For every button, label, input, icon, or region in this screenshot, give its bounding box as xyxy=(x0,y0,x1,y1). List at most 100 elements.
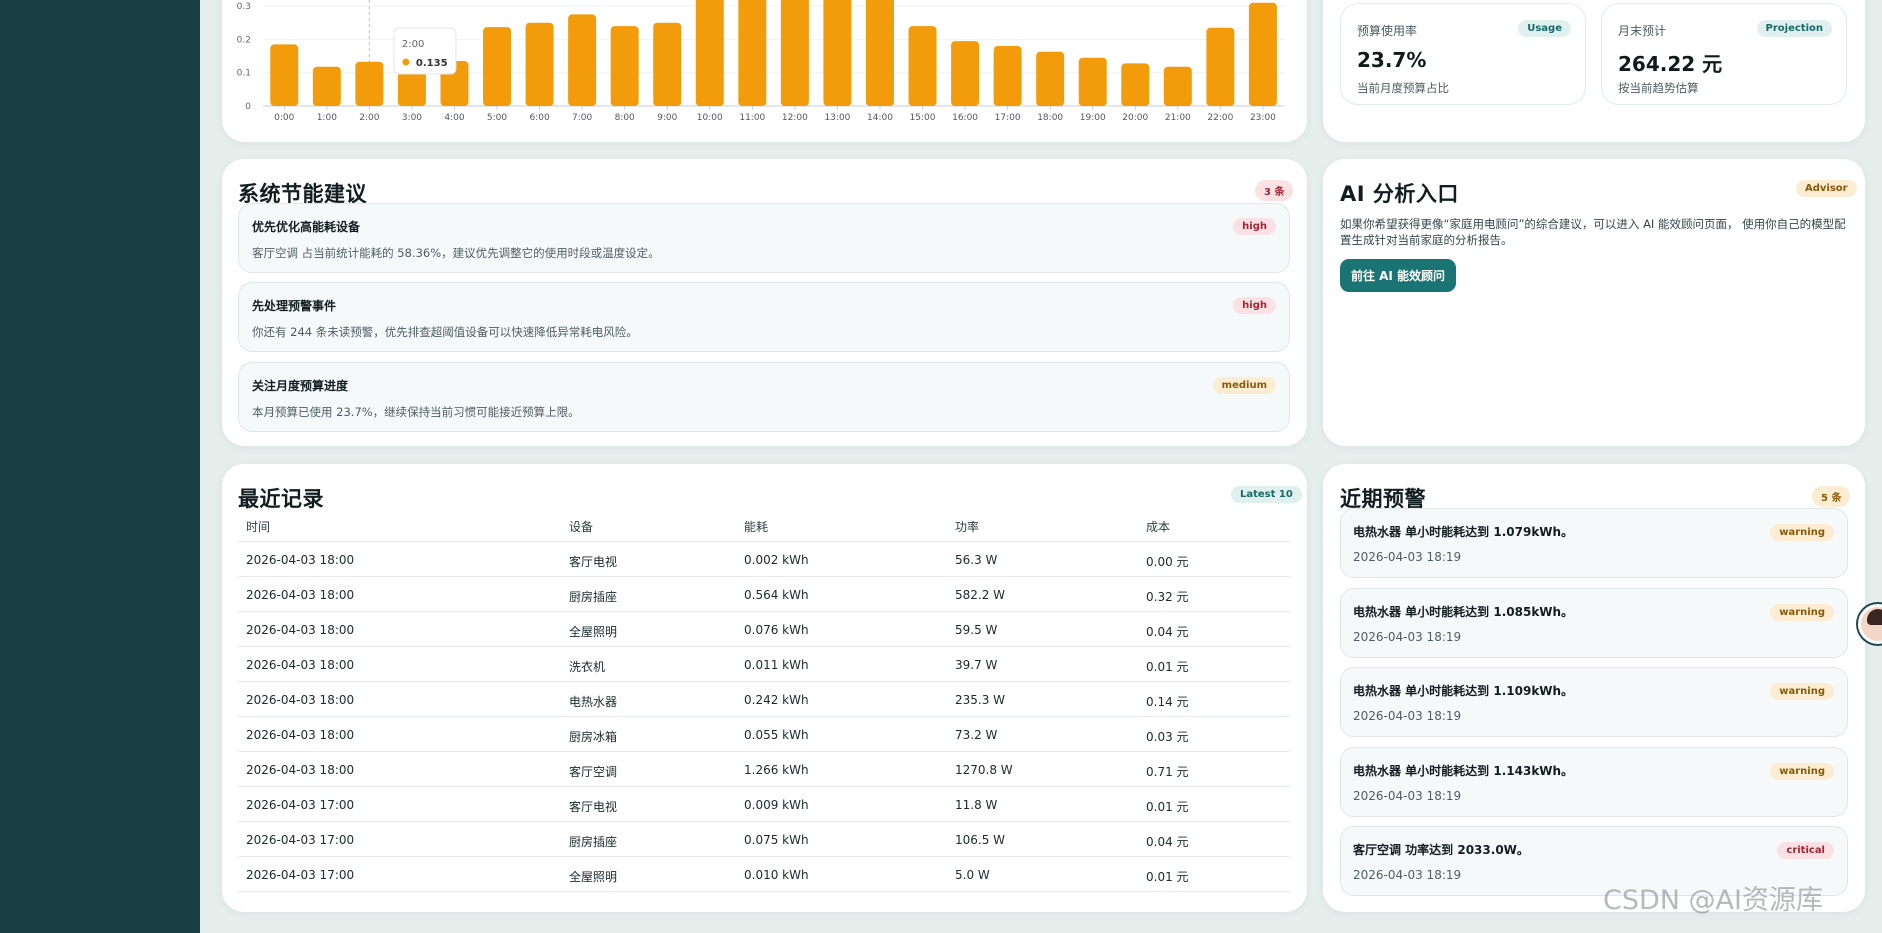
table-cell: 0.075 kWh xyxy=(744,833,809,847)
table-cell: 0.01 元 xyxy=(1146,870,1189,884)
suggestion-title: 先处理预警事件 xyxy=(252,299,337,313)
bar xyxy=(1036,51,1065,106)
priority-badge: high xyxy=(1233,297,1276,314)
x-tick-label: 8:00 xyxy=(615,113,635,123)
table-cell: 2026-04-03 17:00 xyxy=(246,833,355,847)
table-row: 2026-04-03 18:00 厨房冰箱 0.055 kWh 73.2 W 0.03 … xyxy=(238,717,1290,752)
table-cell: 0.04 元 xyxy=(1146,625,1189,639)
table-cell: 2026-04-03 18:00 xyxy=(246,763,355,777)
bar xyxy=(780,0,809,106)
table-cell: 0.01 元 xyxy=(1146,800,1189,814)
table-cell: 2026-04-03 18:00 xyxy=(246,658,355,672)
table-cell: 0.00 元 xyxy=(1146,555,1189,569)
suggestion-body: 本月预算已使用 23.7%，继续保持当前习惯可能接近预算上限。 xyxy=(252,405,580,419)
alert-title: 客厅空调 功率达到 2033.0W。 xyxy=(1353,843,1529,857)
table-cell: 2026-04-03 17:00 xyxy=(246,868,355,882)
x-tick-label: 14:00 xyxy=(867,113,893,123)
table-row: 2026-04-03 18:00 全屋照明 0.076 kWh 59.5 W 0.04 … xyxy=(238,612,1290,647)
table-cell: 0.002 kWh xyxy=(744,553,809,567)
table-cell: 0.14 元 xyxy=(1146,695,1189,709)
table-cell: 全屋照明 xyxy=(569,870,618,884)
y-tick-label: 0.1 xyxy=(237,69,251,79)
priority-badge: medium xyxy=(1212,377,1276,394)
suggestion-title: 优先优化高能耗设备 xyxy=(252,220,361,234)
column-header-time: 时间 xyxy=(246,520,271,534)
ai-advisor-badge: Advisor xyxy=(1796,180,1857,197)
stat-note: 按当前趋势估算 xyxy=(1618,81,1699,95)
bar xyxy=(312,66,341,106)
alert-level-badge: warning xyxy=(1770,524,1834,541)
table-cell: 2026-04-03 18:00 xyxy=(246,693,355,707)
suggestion-item[interactable]: 先处理预警事件 high 你还有 244 条未读预警，优先排查超阈值设备可以快速… xyxy=(238,282,1290,352)
alert-time: 2026-04-03 18:19 xyxy=(1353,788,1462,803)
table-row: 2026-04-03 18:00 电热水器 0.242 kWh 235.3 W 0.14… xyxy=(238,682,1290,717)
bar xyxy=(1248,2,1277,107)
table-row: 2026-04-03 18:00 客厅电视 0.002 kWh 56.3 W 0.00 … xyxy=(238,542,1290,577)
table-cell: 1270.8 W xyxy=(955,763,1013,777)
x-tick-label: 11:00 xyxy=(739,113,765,123)
stat-badge: Projection xyxy=(1756,20,1832,37)
table-cell: 客厅空调 xyxy=(569,765,618,779)
x-tick-label: 6:00 xyxy=(529,113,549,123)
bar xyxy=(993,46,1022,106)
alert-item[interactable]: 电热水器 单小时能耗达到 1.143kWh。 warning 2026-04-03 … xyxy=(1340,746,1848,817)
alert-level-badge: warning xyxy=(1770,762,1834,780)
table-cell: 73.2 W xyxy=(955,728,998,742)
table-cell: 0.03 元 xyxy=(1146,730,1189,744)
bar xyxy=(610,26,639,106)
x-tick-label: 12:00 xyxy=(782,113,808,123)
column-header-power: 功率 xyxy=(955,520,980,534)
table-cell: 0.32 元 xyxy=(1146,590,1189,604)
alert-title: 电热水器 单小时能耗达到 1.079kWh。 xyxy=(1353,525,1574,539)
table-cell: 0.564 kWh xyxy=(744,588,809,602)
suggestion-title: 关注月度预算进度 xyxy=(252,379,349,393)
table-cell: 0.71 元 xyxy=(1146,765,1189,779)
tooltip-marker xyxy=(402,58,410,66)
table-cell: 56.3 W xyxy=(955,553,998,567)
table-cell: 客厅电视 xyxy=(569,555,618,569)
go-to-ai-advisor-button[interactable]: 前往 AI 能效顾问 xyxy=(1340,259,1456,292)
suggestions-count-badge: 3 条 xyxy=(1255,180,1294,201)
alert-time: 2026-04-03 18:19 xyxy=(1353,629,1462,644)
x-tick-label: 23:00 xyxy=(1250,113,1276,123)
y-tick-label: 0.3 xyxy=(237,2,251,12)
suggestion-body: 你还有 244 条未读预警，优先排查超阈值设备可以快速降低异常耗电风险。 xyxy=(252,325,638,339)
stat-note: 当前月度预算占比 xyxy=(1357,81,1449,95)
bar xyxy=(355,61,384,106)
table-cell: 0.04 元 xyxy=(1146,835,1189,849)
x-tick-label: 22:00 xyxy=(1207,113,1233,123)
table-cell: 洗衣机 xyxy=(569,660,606,674)
suggestion-item[interactable]: 关注月度预算进度 medium 本月预算已使用 23.7%，继续保持当前习惯可能… xyxy=(238,362,1290,432)
bar xyxy=(908,26,937,106)
alert-item[interactable]: 电热水器 单小时能耗达到 1.085kWh。 warning 2026-04-03 … xyxy=(1340,587,1848,658)
hourly-bar-chart: 0 0.1 0.2 0.3 0:00 1:00 2:00 3:00 4:00 5:00 6:00 7:… xyxy=(237,0,1285,123)
watermark: CSDN @AI资源库 xyxy=(1603,885,1823,916)
x-tick-label: 3:00 xyxy=(402,113,422,123)
alert-time: 2026-04-03 18:19 xyxy=(1353,868,1462,882)
suggestion-item[interactable]: 优先优化高能耗设备 high 客厅空调 占当前统计能耗的 58.36%，建议优先… xyxy=(238,203,1290,273)
x-tick-label: 0:00 xyxy=(274,113,294,123)
alert-title: 电热水器 单小时能耗达到 1.109kWh。 xyxy=(1353,684,1574,698)
table-cell: 5.0 W xyxy=(955,868,990,882)
table-cell: 2026-04-03 18:00 xyxy=(246,588,355,602)
alert-item[interactable]: 电热水器 单小时能耗达到 1.109kWh。 warning 2026-04-03 … xyxy=(1340,667,1848,737)
x-tick-label: 21:00 xyxy=(1165,113,1191,123)
bar xyxy=(1206,27,1235,106)
table-cell: 39.7 W xyxy=(955,658,998,672)
table-cell: 0.076 kWh xyxy=(744,623,809,637)
bar xyxy=(568,14,597,106)
table-cell: 2026-04-03 17:00 xyxy=(246,798,355,812)
column-header-device: 设备 xyxy=(569,520,594,534)
bar xyxy=(865,0,894,106)
table-cell: 0.010 kWh xyxy=(744,868,809,882)
bar xyxy=(1078,57,1107,106)
month-projection-stat: 月末预计 Projection 264.22 元 按当前趋势估算 xyxy=(1601,3,1847,105)
table-cell: 235.3 W xyxy=(955,693,1006,707)
bar xyxy=(653,22,682,106)
alert-item[interactable]: 电热水器 单小时能耗达到 1.079kWh。 warning 2026-04-03 … xyxy=(1340,508,1848,578)
sidebar xyxy=(0,0,200,933)
table-cell: 电热水器 xyxy=(569,695,618,709)
table-cell: 2026-04-03 18:00 xyxy=(246,728,355,742)
bar xyxy=(525,22,554,106)
stat-value: 264.22 元 xyxy=(1618,52,1723,76)
